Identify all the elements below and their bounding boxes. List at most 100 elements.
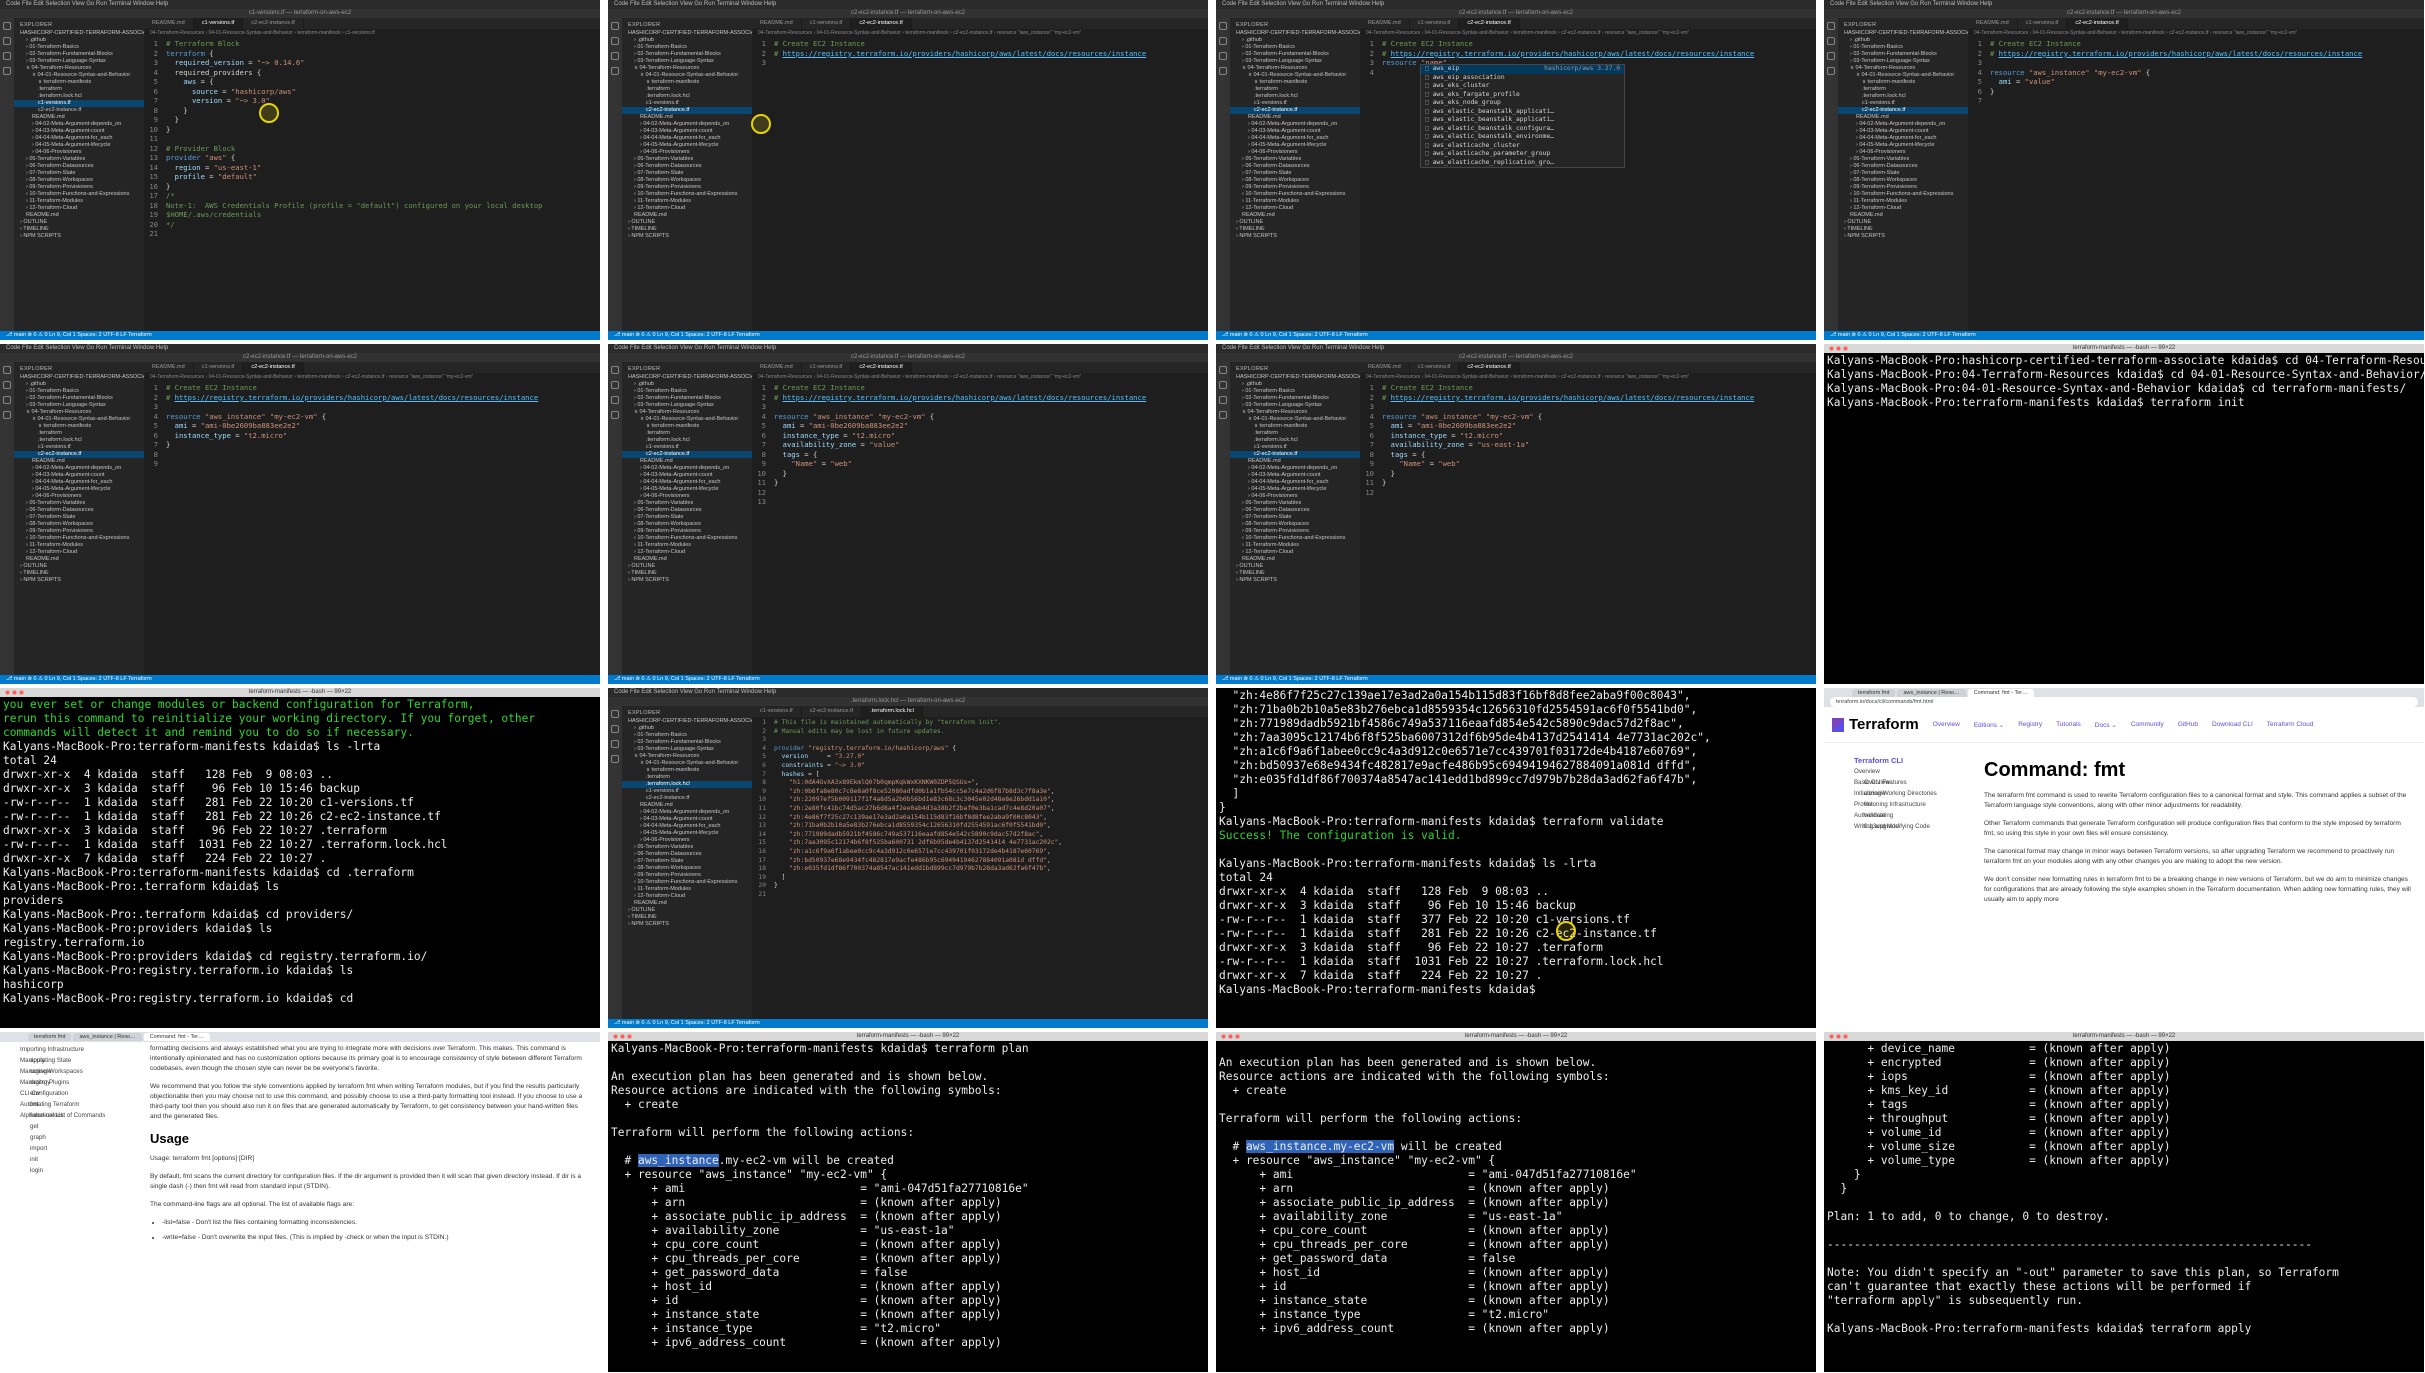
tab-ec2[interactable]: c2-ec2-instance.tf bbox=[851, 362, 912, 373]
docs-sidebar-items[interactable]: Overview Basic CLI Features Initializing W… bbox=[1854, 766, 1984, 830]
tab-versions[interactable]: c1-versions.tf bbox=[1410, 362, 1460, 373]
sidebar-tree-item[interactable]: › 02-Terraform-Fundamental-Blocks bbox=[14, 395, 144, 402]
sidebar-tree-item[interactable]: ∨ terraform-manifests bbox=[622, 767, 752, 774]
code-line[interactable]: 10 } bbox=[1360, 469, 1816, 479]
sidebar-tree-item[interactable]: c1-versions.tf bbox=[1838, 100, 1968, 107]
explorer-sidebar[interactable]: EXPLORER HASHICORP-CERTIFIED-TERRAFORM-AS… bbox=[14, 362, 144, 675]
search-icon[interactable] bbox=[611, 37, 619, 45]
code-line[interactable]: 8 tags = { bbox=[752, 450, 1208, 460]
sidebar-tree-item[interactable]: › 05-Terraform-Variables bbox=[622, 500, 752, 507]
sidebar-tree-item[interactable]: › 04-05-Meta-Argument-lifecycle bbox=[14, 142, 144, 149]
sidebar-tree-item[interactable]: › 01-Terraform-Basics bbox=[622, 732, 752, 739]
code-line[interactable]: 3 required_version = "~> 0.14.6" bbox=[144, 58, 600, 68]
sidebar-tree-item[interactable]: ∨ 04-Terraform-Resources bbox=[622, 409, 752, 416]
code-line[interactable]: 16 "zh:a1c6f9a6f1abee0cc9c4a3d912c0e6571… bbox=[752, 848, 1208, 857]
sidebar-tree-item[interactable]: › 04-02-Meta-Argument-depends_on bbox=[622, 121, 752, 128]
autocomplete-item[interactable]: ⬚ aws_eip_association bbox=[1421, 74, 1624, 83]
sidebar-tree-item[interactable]: › 04-02-Meta-Argument-depends_on bbox=[622, 465, 752, 472]
sidebar-tree-item[interactable]: c2-ec2-instance.tf bbox=[1230, 107, 1360, 114]
sidebar-tree-item[interactable]: ∨ 04-01-Resource-Syntax-and-Behavior bbox=[1230, 416, 1360, 423]
code-line[interactable]: 21 bbox=[144, 229, 600, 239]
code-line[interactable]: 12 # Provider Block bbox=[144, 144, 600, 154]
sidebar-tree-item[interactable]: › 07-Terraform-State bbox=[14, 514, 144, 521]
code-line[interactable]: 9 "Name" = "web" bbox=[1360, 459, 1816, 469]
sidebar-tree-item[interactable]: README.md bbox=[1838, 212, 1968, 219]
sidebar-tree-item[interactable]: ∨ 04-Terraform-Resources bbox=[14, 409, 144, 416]
sidebar-tree-item[interactable]: › 08-Terraform-Workspaces bbox=[622, 177, 752, 184]
sidebar-tree-item[interactable]: › 04-05-Meta-Argument-lifecycle bbox=[622, 830, 752, 837]
sidebar-tree-item[interactable]: › 04-03-Meta-Argument-count bbox=[622, 816, 752, 823]
terraform-logo[interactable]: Terraform bbox=[1832, 716, 1919, 733]
sidebar-tree-item[interactable]: › 04-04-Meta-Argument-for_each bbox=[1230, 479, 1360, 486]
search-icon[interactable] bbox=[1827, 37, 1835, 45]
sidebar-tree-item[interactable]: › 01-Terraform-Basics bbox=[14, 388, 144, 395]
sidebar-tree-item[interactable]: ∨ 04-01-Resource-Syntax-and-Behavior bbox=[14, 72, 144, 79]
sidebar-tree-item[interactable]: HASHICORP-CERTIFIED-TERRAFORM-ASSOCIATE bbox=[1230, 374, 1360, 381]
code-line[interactable]: 3 bbox=[1968, 58, 2424, 68]
sidebar-tree-item[interactable]: › 08-Terraform-Workspaces bbox=[14, 177, 144, 184]
files-icon[interactable] bbox=[1219, 366, 1227, 374]
code-line[interactable]: 3 bbox=[752, 736, 1208, 745]
sidebar-tree-item[interactable]: › 01-Terraform-Basics bbox=[1838, 44, 1968, 51]
code-editor[interactable]: 1 # Create EC2 Instance 2 # https://registr… bbox=[752, 37, 1208, 68]
source-control-icon[interactable] bbox=[611, 740, 619, 748]
sidebar-tree-item[interactable]: › 02-Terraform-Fundamental-Blocks bbox=[1230, 51, 1360, 58]
files-icon[interactable] bbox=[3, 366, 11, 374]
tab-readme[interactable]: README.md bbox=[752, 18, 802, 29]
sidebar-tree-item[interactable]: › 06-Terraform-Datasources bbox=[14, 163, 144, 170]
sidebar-tree-item[interactable]: README.md bbox=[622, 556, 752, 563]
sidebar-tree-item[interactable]: › .github bbox=[1230, 37, 1360, 44]
autocomplete-item[interactable]: ⬚ aws_elasticache_parameter_group bbox=[1421, 150, 1624, 159]
sidebar-tree-item[interactable]: › 05-Terraform-Variables bbox=[14, 500, 144, 507]
code-line[interactable]: 7 bbox=[1968, 96, 2424, 106]
sidebar-tree-item[interactable]: HASHICORP-CERTIFIED-TERRAFORM-ASSOCIATE bbox=[622, 30, 752, 37]
sidebar-tree-item[interactable]: HASHICORP-CERTIFIED-TERRAFORM-ASSOCIATE bbox=[622, 718, 752, 725]
sidebar-tree-item[interactable]: › 07-Terraform-State bbox=[1230, 170, 1360, 177]
sidebar-tree-item[interactable]: c2-ec2-instance.tf bbox=[14, 451, 144, 458]
sidebar-tree-item[interactable]: › 05-Terraform-Variables bbox=[1230, 156, 1360, 163]
activity-bar[interactable] bbox=[1216, 18, 1230, 331]
code-line[interactable]: 19 $HOME/.aws/credentials bbox=[144, 210, 600, 220]
sidebar-tree-item[interactable]: c2-ec2-instance.tf bbox=[14, 107, 144, 114]
sidebar-link[interactable]: login bbox=[30, 1165, 150, 1176]
files-icon[interactable] bbox=[611, 22, 619, 30]
sidebar-tree-item[interactable]: › 10-Terraform-Functions-and-Expressions bbox=[622, 535, 752, 542]
code-editor[interactable]: 1 # This file is maintained automatically… bbox=[752, 717, 1208, 899]
sidebar-tree-item[interactable]: › 09-Terraform-Provisioners bbox=[14, 528, 144, 535]
nav-link[interactable]: GitHub bbox=[2178, 721, 2198, 729]
code-line[interactable]: 10} bbox=[144, 125, 600, 135]
sidebar-link[interactable]: validate bbox=[1864, 810, 1984, 821]
editor-pane[interactable]: README.md c1-versions.tf c2-ec2-instance.t… bbox=[1360, 362, 1816, 675]
sidebar-section-npm[interactable]: › NPM SCRIPTS bbox=[622, 577, 752, 584]
sidebar-tree-item[interactable]: › 02-Terraform-Fundamental-Blocks bbox=[622, 51, 752, 58]
sidebar-tree-item[interactable]: › 11-Terraform-Modules bbox=[1838, 198, 1968, 205]
tab-ec2[interactable]: c2-ec2-instance.tf bbox=[243, 362, 304, 373]
extensions-icon[interactable] bbox=[611, 67, 619, 75]
sidebar-tree-item[interactable]: › 11-Terraform-Modules bbox=[622, 886, 752, 893]
docs-sidebar-subitems[interactable]: Overview console fmt validate 0.13upgrade bbox=[1854, 777, 1984, 830]
sidebar-tree-item[interactable]: ∨ 04-Terraform-Resources bbox=[1838, 65, 1968, 72]
sidebar-section-timeline[interactable]: › TIMELINE bbox=[1230, 226, 1360, 233]
code-line[interactable]: 4 provider "registry.terraform.io/hashico… bbox=[752, 745, 1208, 754]
sidebar-tree-item[interactable]: ∨ terraform-manifests bbox=[622, 79, 752, 86]
sidebar-tree-item[interactable]: › 07-Terraform-State bbox=[622, 170, 752, 177]
code-line[interactable]: 9 } bbox=[144, 115, 600, 125]
sidebar-section-npm[interactable]: › NPM SCRIPTS bbox=[1230, 233, 1360, 240]
source-control-icon[interactable] bbox=[611, 396, 619, 404]
sidebar-tree-item[interactable]: › 10-Terraform-Functions-and-Expressions bbox=[1230, 535, 1360, 542]
autocomplete-item[interactable]: ⬚ aws_elasticache_replication_gro… bbox=[1421, 159, 1624, 168]
code-line[interactable]: 15 "zh:7aa3095c12174b6f8f525ba600731 2df… bbox=[752, 839, 1208, 848]
sidebar-section-timeline[interactable]: › TIMELINE bbox=[14, 226, 144, 233]
breadcrumb[interactable]: 04-Terraform-Resources › 04-01-Resource-… bbox=[144, 29, 600, 37]
sidebar-tree-item[interactable]: › 09-Terraform-Provisioners bbox=[622, 872, 752, 879]
docs-command-list[interactable]: apply console destroy env fmt force-unlock get… bbox=[20, 1055, 150, 1174]
sidebar-tree-item[interactable]: .terraform.lock.hcl bbox=[1230, 93, 1360, 100]
sidebar-tree-item[interactable]: .terraform bbox=[1230, 86, 1360, 93]
code-line[interactable]: 2 # https://registry.terraform.io/provide… bbox=[752, 49, 1208, 59]
code-line[interactable]: 5 aws = { bbox=[144, 77, 600, 87]
activity-bar[interactable] bbox=[1824, 18, 1838, 331]
tab-versions[interactable]: c1-versions.tf bbox=[802, 18, 852, 29]
sidebar-tree-item[interactable]: › 04-04-Meta-Argument-for_each bbox=[622, 479, 752, 486]
code-line[interactable]: 5 ami = "ami-0be2609ba883ee2e2" bbox=[1360, 421, 1816, 431]
sidebar-tree-item[interactable]: README.md bbox=[1230, 212, 1360, 219]
